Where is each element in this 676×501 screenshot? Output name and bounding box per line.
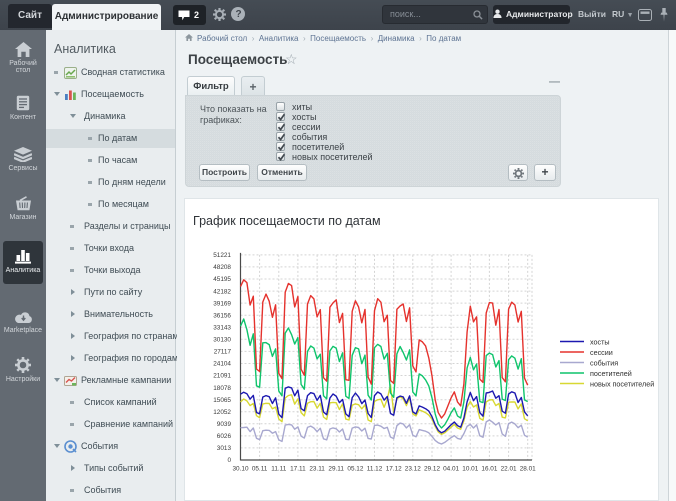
svg-text:12052: 12052 bbox=[213, 409, 231, 416]
svg-text:11.11: 11.11 bbox=[271, 466, 286, 473]
svg-text:05.12: 05.12 bbox=[347, 466, 363, 473]
svg-text:42182: 42182 bbox=[213, 288, 231, 295]
svg-text:23.11: 23.11 bbox=[309, 466, 325, 473]
svg-text:29.11: 29.11 bbox=[328, 466, 344, 473]
svg-text:30130: 30130 bbox=[213, 337, 231, 344]
svg-text:10.01: 10.01 bbox=[462, 466, 478, 473]
svg-text:15065: 15065 bbox=[213, 397, 231, 404]
svg-text:27117: 27117 bbox=[214, 349, 232, 356]
svg-text:хосты: хосты bbox=[590, 338, 610, 347]
svg-text:21091: 21091 bbox=[213, 373, 231, 380]
svg-text:посетителей: посетителей bbox=[590, 369, 632, 378]
svg-text:30.10: 30.10 bbox=[233, 466, 249, 473]
svg-text:17.11: 17.11 bbox=[290, 466, 306, 473]
svg-text:45195: 45195 bbox=[213, 276, 231, 283]
svg-text:18078: 18078 bbox=[213, 385, 231, 392]
svg-text:33143: 33143 bbox=[213, 325, 231, 332]
svg-text:05.11: 05.11 bbox=[252, 466, 268, 473]
svg-text:6026: 6026 bbox=[217, 433, 232, 440]
svg-text:события: события bbox=[590, 359, 618, 368]
svg-text:22.01: 22.01 bbox=[501, 466, 517, 473]
svg-text:16.01: 16.01 bbox=[481, 466, 497, 473]
svg-text:3013: 3013 bbox=[217, 445, 232, 452]
svg-text:04.01: 04.01 bbox=[443, 466, 459, 473]
svg-text:23.12: 23.12 bbox=[405, 466, 421, 473]
svg-text:24104: 24104 bbox=[213, 361, 231, 368]
svg-text:51221: 51221 bbox=[213, 252, 231, 259]
svg-text:48208: 48208 bbox=[213, 264, 231, 271]
svg-text:28.01: 28.01 bbox=[520, 466, 536, 473]
svg-text:9039: 9039 bbox=[217, 421, 232, 428]
svg-text:29.12: 29.12 bbox=[424, 466, 440, 473]
svg-text:11.12: 11.12 bbox=[367, 466, 383, 473]
svg-text:сессии: сессии bbox=[590, 348, 613, 357]
svg-text:39169: 39169 bbox=[213, 300, 231, 307]
svg-text:0: 0 bbox=[227, 457, 231, 464]
svg-text:новых посетителей: новых посетителей bbox=[590, 380, 654, 389]
svg-text:17.12: 17.12 bbox=[386, 466, 402, 473]
svg-text:36156: 36156 bbox=[213, 312, 231, 319]
